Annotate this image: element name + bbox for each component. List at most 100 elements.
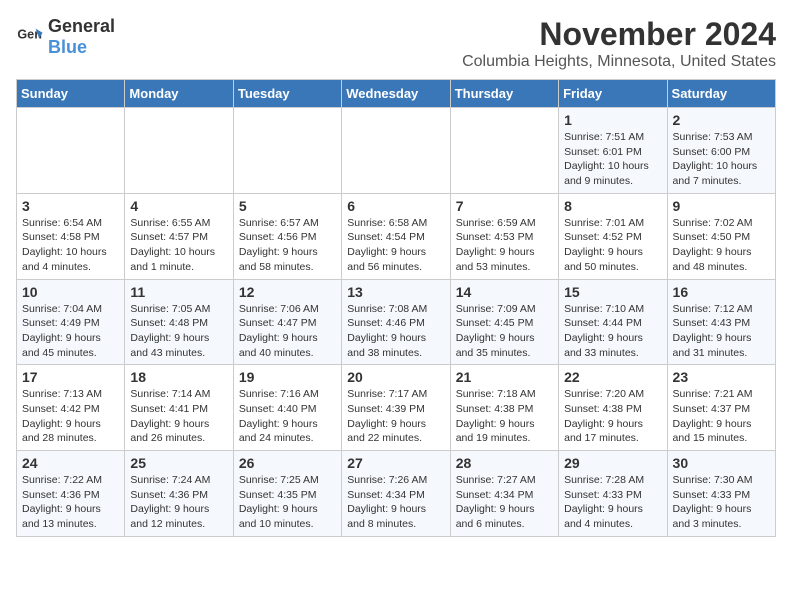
day-number: 21 — [456, 369, 553, 385]
day-number: 19 — [239, 369, 336, 385]
day-number: 18 — [130, 369, 227, 385]
calendar-cell: 13Sunrise: 7:08 AM Sunset: 4:46 PM Dayli… — [342, 279, 450, 365]
day-number: 27 — [347, 455, 444, 471]
day-number: 14 — [456, 284, 553, 300]
day-info: Sunrise: 7:02 AM Sunset: 4:50 PM Dayligh… — [673, 216, 770, 275]
calendar-week-row: 17 Sunrise: 7:13 AM Sunset: 4:42 PM Dayli… — [17, 365, 776, 451]
logo-icon: Gen — [16, 23, 44, 51]
day-number: 30 — [673, 455, 770, 471]
calendar-cell: 4 Sunrise: 6:55 AM Sunset: 4:57 PM Daylig… — [125, 193, 233, 279]
calendar-header-thursday: Thursday — [450, 80, 558, 108]
day-info: Sunrise: 7:09 AM Sunset: 4:45 PM Dayligh… — [456, 302, 553, 361]
calendar-cell: 18 Sunrise: 7:14 AM Sunset: 4:41 PM Dayli… — [125, 365, 233, 451]
calendar-cell: 21 Sunrise: 7:18 AM Sunset: 4:38 PM Dayli… — [450, 365, 558, 451]
day-number: 20 — [347, 369, 444, 385]
day-info: Sunrise: 7:14 AM Sunset: 4:41 PM Dayligh… — [130, 387, 227, 446]
calendar-cell: 26 Sunrise: 7:25 AM Sunset: 4:35 PM Dayli… — [233, 451, 341, 537]
day-info: Sunrise: 7:04 AM Sunset: 4:49 PM Dayligh… — [22, 302, 119, 361]
day-info: Sunrise: 7:20 AM Sunset: 4:38 PM Dayligh… — [564, 387, 661, 446]
day-number: 6 — [347, 198, 444, 214]
calendar-cell: 22 Sunrise: 7:20 AM Sunset: 4:38 PM Dayli… — [559, 365, 667, 451]
day-number: 3 — [22, 198, 119, 214]
day-info: Sunrise: 6:58 AM Sunset: 4:54 PM Dayligh… — [347, 216, 444, 275]
day-number: 8 — [564, 198, 661, 214]
day-number: 17 — [22, 369, 119, 385]
calendar-cell: 30Sunrise: 7:30 AM Sunset: 4:33 PM Dayli… — [667, 451, 775, 537]
day-number: 24 — [22, 455, 119, 471]
day-number: 2 — [673, 112, 770, 128]
calendar-week-row: 10 Sunrise: 7:04 AM Sunset: 4:49 PM Dayli… — [17, 279, 776, 365]
logo-blue-text: Blue — [48, 37, 87, 57]
page-subtitle: Columbia Heights, Minnesota, United Stat… — [462, 53, 776, 71]
page-header: Gen General Blue November 2024 Columbia … — [16, 16, 776, 71]
day-number: 16 — [673, 284, 770, 300]
day-number: 1 — [564, 112, 661, 128]
day-info: Sunrise: 7:25 AM Sunset: 4:35 PM Dayligh… — [239, 473, 336, 532]
day-number: 22 — [564, 369, 661, 385]
day-info: Sunrise: 6:57 AM Sunset: 4:56 PM Dayligh… — [239, 216, 336, 275]
day-number: 10 — [22, 284, 119, 300]
calendar-table: SundayMondayTuesdayWednesdayThursdayFrid… — [16, 79, 776, 537]
calendar-header-wednesday: Wednesday — [342, 80, 450, 108]
day-info: Sunrise: 7:22 AM Sunset: 4:36 PM Dayligh… — [22, 473, 119, 532]
calendar-cell: 6 Sunrise: 6:58 AM Sunset: 4:54 PM Daylig… — [342, 193, 450, 279]
calendar-header-friday: Friday — [559, 80, 667, 108]
calendar-header-sunday: Sunday — [17, 80, 125, 108]
calendar-cell: 29Sunrise: 7:28 AM Sunset: 4:33 PM Dayli… — [559, 451, 667, 537]
day-info: Sunrise: 7:05 AM Sunset: 4:48 PM Dayligh… — [130, 302, 227, 361]
calendar-week-row: 1 Sunrise: 7:51 AM Sunset: 6:01 PM Daylig… — [17, 108, 776, 194]
calendar-week-row: 3 Sunrise: 6:54 AM Sunset: 4:58 PM Daylig… — [17, 193, 776, 279]
calendar-header-monday: Monday — [125, 80, 233, 108]
page-title: November 2024 — [462, 16, 776, 53]
day-info: Sunrise: 7:13 AM Sunset: 4:42 PM Dayligh… — [22, 387, 119, 446]
day-number: 4 — [130, 198, 227, 214]
day-info: Sunrise: 7:27 AM Sunset: 4:34 PM Dayligh… — [456, 473, 553, 532]
calendar-cell: 12Sunrise: 7:06 AM Sunset: 4:47 PM Dayli… — [233, 279, 341, 365]
calendar-cell — [233, 108, 341, 194]
day-number: 9 — [673, 198, 770, 214]
calendar-cell — [17, 108, 125, 194]
day-info: Sunrise: 7:21 AM Sunset: 4:37 PM Dayligh… — [673, 387, 770, 446]
calendar-cell: 20 Sunrise: 7:17 AM Sunset: 4:39 PM Dayli… — [342, 365, 450, 451]
day-info: Sunrise: 7:18 AM Sunset: 4:38 PM Dayligh… — [456, 387, 553, 446]
day-info: Sunrise: 7:16 AM Sunset: 4:40 PM Dayligh… — [239, 387, 336, 446]
logo: Gen General Blue — [16, 16, 115, 58]
day-info: Sunrise: 7:53 AM Sunset: 6:00 PM Dayligh… — [673, 130, 770, 189]
calendar-cell: 24 Sunrise: 7:22 AM Sunset: 4:36 PM Dayli… — [17, 451, 125, 537]
calendar-header-row: SundayMondayTuesdayWednesdayThursdayFrid… — [17, 80, 776, 108]
day-info: Sunrise: 6:54 AM Sunset: 4:58 PM Dayligh… — [22, 216, 119, 275]
calendar-cell — [125, 108, 233, 194]
calendar-cell: 25 Sunrise: 7:24 AM Sunset: 4:36 PM Dayli… — [125, 451, 233, 537]
day-info: Sunrise: 7:12 AM Sunset: 4:43 PM Dayligh… — [673, 302, 770, 361]
calendar-cell: 3 Sunrise: 6:54 AM Sunset: 4:58 PM Daylig… — [17, 193, 125, 279]
day-info: Sunrise: 7:01 AM Sunset: 4:52 PM Dayligh… — [564, 216, 661, 275]
calendar-cell: 1 Sunrise: 7:51 AM Sunset: 6:01 PM Daylig… — [559, 108, 667, 194]
day-info: Sunrise: 7:10 AM Sunset: 4:44 PM Dayligh… — [564, 302, 661, 361]
calendar-cell — [450, 108, 558, 194]
day-number: 5 — [239, 198, 336, 214]
day-number: 28 — [456, 455, 553, 471]
logo-general-text: General — [48, 16, 115, 36]
calendar-cell: 16 Sunrise: 7:12 AM Sunset: 4:43 PM Dayli… — [667, 279, 775, 365]
calendar-cell: 9 Sunrise: 7:02 AM Sunset: 4:50 PM Daylig… — [667, 193, 775, 279]
title-area: November 2024 Columbia Heights, Minnesot… — [462, 16, 776, 71]
calendar-cell: 8 Sunrise: 7:01 AM Sunset: 4:52 PM Daylig… — [559, 193, 667, 279]
calendar-cell: 7Sunrise: 6:59 AM Sunset: 4:53 PM Daylig… — [450, 193, 558, 279]
day-info: Sunrise: 7:08 AM Sunset: 4:46 PM Dayligh… — [347, 302, 444, 361]
calendar-cell: 27 Sunrise: 7:26 AM Sunset: 4:34 PM Dayli… — [342, 451, 450, 537]
day-info: Sunrise: 7:24 AM Sunset: 4:36 PM Dayligh… — [130, 473, 227, 532]
day-info: Sunrise: 6:55 AM Sunset: 4:57 PM Dayligh… — [130, 216, 227, 275]
calendar-cell: 11Sunrise: 7:05 AM Sunset: 4:48 PM Dayli… — [125, 279, 233, 365]
day-info: Sunrise: 7:17 AM Sunset: 4:39 PM Dayligh… — [347, 387, 444, 446]
calendar-cell — [342, 108, 450, 194]
calendar-cell: 2 Sunrise: 7:53 AM Sunset: 6:00 PM Daylig… — [667, 108, 775, 194]
day-info: Sunrise: 7:26 AM Sunset: 4:34 PM Dayligh… — [347, 473, 444, 532]
day-number: 25 — [130, 455, 227, 471]
day-number: 26 — [239, 455, 336, 471]
calendar-cell: 28 Sunrise: 7:27 AM Sunset: 4:34 PM Dayli… — [450, 451, 558, 537]
day-info: Sunrise: 7:06 AM Sunset: 4:47 PM Dayligh… — [239, 302, 336, 361]
calendar-cell: 19 Sunrise: 7:16 AM Sunset: 4:40 PM Dayli… — [233, 365, 341, 451]
calendar-header-saturday: Saturday — [667, 80, 775, 108]
day-info: Sunrise: 7:51 AM Sunset: 6:01 PM Dayligh… — [564, 130, 661, 189]
calendar-cell: 15Sunrise: 7:10 AM Sunset: 4:44 PM Dayli… — [559, 279, 667, 365]
